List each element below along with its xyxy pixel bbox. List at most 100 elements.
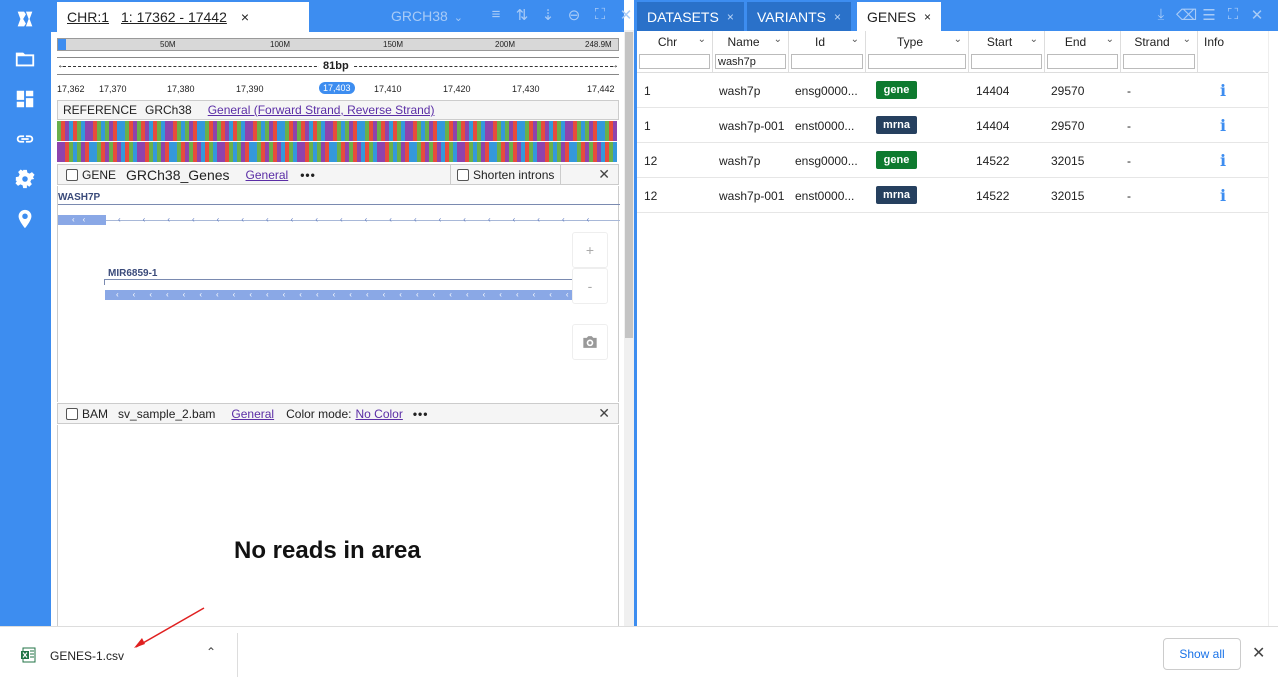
info-icon[interactable]: i (1220, 151, 1226, 170)
gene-track-checkbox[interactable] (66, 168, 78, 181)
chromosome-ruler[interactable]: 50M 100M 150M 200M 248.9M (57, 38, 619, 51)
cell-name: wash7p (719, 154, 761, 168)
chromosome-link[interactable]: CHR:1 (67, 9, 109, 25)
tab-genes[interactable]: GENES × (857, 2, 942, 31)
show-all-button[interactable]: Show all (1163, 638, 1241, 670)
close-tab-icon[interactable]: × (727, 10, 734, 24)
info-icon[interactable]: i (1220, 116, 1226, 135)
cell-strand: - (1127, 154, 1131, 168)
strand-arrows: ‹‹ (72, 215, 94, 224)
more-options-icon[interactable]: ••• (413, 407, 429, 421)
column-header-strand[interactable]: Strand ⌄ (1121, 31, 1198, 73)
browser-tab[interactable]: CHR:1 1: 17362 - 17442 × (57, 2, 309, 32)
column-header-chr[interactable]: Chr ⌄ (637, 31, 713, 73)
column-header-id[interactable]: Id ⌄ (789, 31, 866, 73)
column-header-type[interactable]: Type ⌄ (866, 31, 969, 73)
table-row[interactable]: 12 wash7p-001 enst0000... mrna 14522 320… (637, 178, 1268, 213)
column-label: Id (814, 35, 825, 49)
color-mode-link[interactable]: No Color (355, 407, 402, 421)
cell-id: ensg0000... (795, 84, 858, 98)
cell-name: wash7p-001 (719, 189, 785, 203)
gene-track-area: WASH7P ‹‹ ‹‹‹‹‹‹‹‹‹‹‹‹‹‹‹‹‹‹‹‹ MIR6859-1… (57, 186, 620, 402)
chevron-down-icon[interactable]: ⌄ (698, 34, 706, 45)
column-header-start[interactable]: Start ⌄ (969, 31, 1045, 73)
gene-span-line (58, 204, 620, 205)
chevron-down-icon[interactable]: ⌄ (1106, 34, 1114, 45)
logo-icon[interactable] (12, 6, 38, 32)
position-tick: 17,420 (443, 84, 471, 94)
filter-name[interactable] (715, 54, 786, 69)
table-scrollbar[interactable] (1268, 31, 1278, 626)
sort-az-icon[interactable]: ⇣ (539, 6, 557, 24)
filter-strand[interactable] (1123, 54, 1195, 69)
location-pin-icon[interactable] (12, 206, 38, 232)
close-icon[interactable]: ✕ (1248, 6, 1266, 24)
table-row[interactable]: 1 wash7p-001 enst0000... mrna 14404 2957… (637, 108, 1268, 143)
filter-type[interactable] (868, 54, 966, 69)
chevron-down-icon[interactable]: ⌄ (774, 34, 782, 45)
chevron-down-icon[interactable]: ⌄ (954, 34, 962, 45)
scrollbar-thumb[interactable] (625, 32, 633, 338)
info-icon[interactable]: i (1220, 81, 1226, 100)
ruler-position-marker[interactable] (58, 39, 66, 50)
dashboard-icon[interactable] (12, 86, 38, 112)
bam-track-menu[interactable]: General (231, 407, 274, 421)
camera-button[interactable] (572, 324, 608, 360)
chevron-down-icon[interactable]: ⌄ (1030, 34, 1038, 45)
filter-id[interactable] (791, 54, 863, 69)
gene-label[interactable]: MIR6859-1 (108, 268, 157, 279)
tab-datasets[interactable]: DATASETS × (637, 2, 744, 31)
gene-track-menu[interactable]: General (246, 168, 289, 182)
collapse-icon[interactable]: ⊖ (565, 6, 583, 24)
line-height-icon[interactable]: ⇅ (513, 6, 531, 24)
link-icon[interactable] (12, 126, 38, 152)
folder-icon[interactable] (12, 46, 38, 72)
cell-start: 14522 (976, 154, 1010, 168)
delete-icon[interactable]: ⌫ (1176, 6, 1197, 24)
bam-track-checkbox[interactable] (66, 407, 78, 420)
shorten-introns-checkbox[interactable] (457, 168, 469, 181)
fullscreen-icon[interactable]: ⛶ (591, 6, 609, 24)
filter-chr[interactable] (639, 54, 710, 69)
tab-variants[interactable]: VARIANTS × (747, 2, 851, 31)
sort-icon[interactable]: ≡ (487, 6, 505, 24)
close-icon[interactable]: ✕ (617, 6, 635, 24)
close-tab-icon[interactable]: × (834, 10, 841, 24)
info-icon[interactable]: i (1220, 186, 1226, 205)
download-icon[interactable]: ⤓ (1152, 6, 1170, 24)
close-download-bar-icon[interactable]: ✕ (1252, 643, 1265, 663)
fullscreen-icon[interactable]: ⛶ (1224, 6, 1242, 24)
cell-id: enst0000... (795, 189, 855, 203)
position-tick: 17,370 (99, 84, 127, 94)
position-tick: 17,442 (587, 84, 615, 94)
chevron-down-icon[interactable]: ⌄ (851, 34, 859, 45)
zoom-in-button[interactable]: + (572, 232, 608, 268)
filter-start[interactable] (971, 54, 1042, 69)
close-tab-icon[interactable]: × (924, 10, 931, 24)
reference-track-menu[interactable]: General (Forward Strand, Reverse Strand) (208, 103, 435, 117)
menu-icon[interactable]: ☰ (1200, 6, 1218, 24)
table-row[interactable]: 1 wash7p ensg0000... gene 14404 29570 - … (637, 73, 1268, 108)
gene-label[interactable]: WASH7P (58, 192, 100, 203)
reference-select[interactable]: GRCH38 ⌄ (391, 8, 463, 24)
column-label: Name (727, 35, 760, 49)
table-header: Chr ⌄ Name ⌄ Id ⌄ Type ⌄ Start ⌄ End ⌄ (637, 31, 1268, 73)
table-row[interactable]: 12 wash7p ensg0000... gene 14522 32015 -… (637, 143, 1268, 178)
tab-label: GENES (867, 8, 917, 25)
chevron-down-icon[interactable]: ⌄ (1183, 34, 1191, 45)
close-tab-icon[interactable]: × (241, 9, 249, 25)
shorten-introns-toggle[interactable]: Shorten introns (450, 165, 562, 184)
gear-icon[interactable] (12, 166, 38, 192)
chevron-up-icon[interactable]: ⌃ (206, 645, 216, 659)
gene-span-line (104, 279, 574, 280)
download-file-name[interactable]: GENES-1.csv (50, 649, 124, 663)
filter-end[interactable] (1047, 54, 1118, 69)
range-link[interactable]: 1: 17362 - 17442 (121, 9, 227, 25)
browser-scrollbar[interactable] (624, 30, 634, 626)
column-header-name[interactable]: Name ⌄ (713, 31, 789, 73)
zoom-out-button[interactable]: - (572, 268, 608, 304)
close-track-icon[interactable]: ✕ (598, 405, 610, 422)
close-track-icon[interactable]: ✕ (598, 166, 610, 183)
column-header-end[interactable]: End ⌄ (1045, 31, 1121, 73)
more-options-icon[interactable]: ••• (300, 168, 316, 182)
